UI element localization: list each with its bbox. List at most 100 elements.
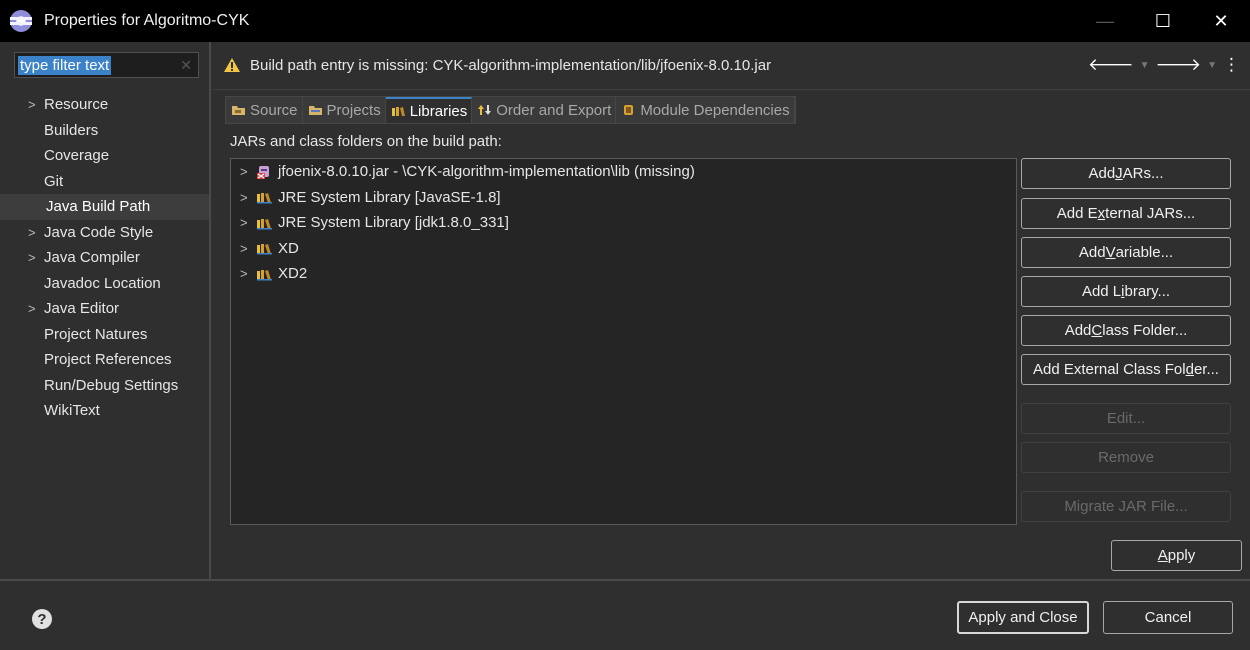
- tree-row[interactable]: > JRE System Library [JavaSE-1.8]: [231, 185, 1016, 211]
- eclipse-icon: [10, 10, 32, 32]
- tree-row-label: XD: [278, 239, 299, 257]
- filter-input[interactable]: type filter text ✕: [14, 52, 199, 78]
- dialog-footer: ? Apply and Close Cancel: [0, 579, 1250, 650]
- libraries-tree[interactable]: > jfoenix-8.0.10.jar - \CYK-algorithm-im…: [230, 158, 1017, 525]
- sidebar-item-label: Java Compiler: [44, 249, 140, 267]
- warning-message: Build path entry is missing: CYK-algorit…: [250, 57, 772, 74]
- title-bar: Properties for Algoritmo-CYK — ☐ ✕: [0, 0, 1250, 42]
- sidebar-item-java-code-style[interactable]: > Java Code Style: [0, 220, 209, 246]
- sidebar-item-javadoc-location[interactable]: Javadoc Location: [0, 271, 209, 297]
- tab-module-dependencies[interactable]: Module Dependencies: [616, 97, 795, 123]
- remove-button[interactable]: Remove: [1021, 442, 1231, 473]
- tree-row[interactable]: > JRE System Library [jdk1.8.0_331]: [231, 210, 1016, 236]
- order-export-icon: [478, 105, 492, 115]
- tree-row[interactable]: > XD: [231, 236, 1016, 262]
- chevron-right-icon[interactable]: >: [28, 301, 36, 316]
- cancel-button[interactable]: Cancel: [1103, 601, 1233, 634]
- sidebar-item-builders[interactable]: Builders: [0, 118, 209, 144]
- sidebar-item-run-debug-settings[interactable]: Run/Debug Settings: [0, 373, 209, 399]
- message-bar: Build path entry is missing: CYK-algorit…: [213, 42, 1250, 90]
- sidebar-item-resource[interactable]: > Resource: [0, 92, 209, 118]
- sidebar-item-label: Resource: [44, 96, 109, 114]
- tab-bar: Source Projects Libraries Order and Expo…: [225, 96, 796, 124]
- tree-row[interactable]: > XD2: [231, 261, 1016, 287]
- tab-libraries[interactable]: Libraries: [385, 97, 473, 123]
- add-external-class-folder-button[interactable]: Add External Class Fol d er...: [1021, 354, 1231, 385]
- tab-label: Projects: [326, 101, 381, 119]
- tab-label: Source: [250, 101, 298, 119]
- sidebar-item-label: Javadoc Location: [44, 274, 161, 292]
- sidebar-item-label: Project References: [44, 351, 172, 369]
- sidebar-item-label: Builders: [44, 121, 99, 139]
- sidebar-item-git[interactable]: Git: [0, 169, 209, 195]
- forward-arrow-icon[interactable]: 🡒: [1156, 55, 1202, 75]
- forward-dropdown-icon[interactable]: ▼: [1207, 60, 1217, 75]
- sidebar-item-label: Java Editor: [44, 300, 120, 318]
- tree-row-label: XD2: [278, 265, 308, 283]
- clear-filter-icon[interactable]: ✕: [180, 57, 192, 74]
- add-class-folder-button[interactable]: Add Class Folder...: [1021, 315, 1231, 346]
- module-icon: [624, 105, 634, 115]
- maximize-button[interactable]: ☐: [1134, 0, 1192, 42]
- chevron-right-icon[interactable]: >: [240, 164, 256, 179]
- add-external-jars-button[interactable]: Add Ex ternal JARs...: [1021, 198, 1231, 229]
- library-icon: [257, 244, 272, 255]
- main-panel: Build path entry is missing: CYK-algorit…: [213, 42, 1250, 579]
- tree-row[interactable]: > jfoenix-8.0.10.jar - \CYK-algorithm-im…: [231, 159, 1016, 185]
- apply-and-close-button[interactable]: Apply and Close: [957, 601, 1089, 634]
- libraries-heading: JARs and class folders on the build path…: [230, 133, 502, 150]
- projects-icon: [308, 106, 322, 115]
- sidebar-nav: > Resource Builders Coverage Git Java Bu…: [0, 92, 209, 424]
- sidebar-item-label: Java Code Style: [44, 223, 154, 241]
- back-arrow-icon[interactable]: 🡐: [1088, 55, 1134, 75]
- library-icon: [257, 218, 272, 230]
- chevron-right-icon[interactable]: >: [240, 190, 256, 205]
- sidebar-item-label: Coverage: [44, 147, 110, 165]
- tab-source[interactable]: Source: [226, 97, 303, 123]
- sidebar-item-project-references[interactable]: Project References: [0, 347, 209, 373]
- more-menu-icon[interactable]: ⋮: [1223, 55, 1240, 75]
- close-button[interactable]: ✕: [1192, 0, 1250, 42]
- chevron-right-icon[interactable]: >: [240, 241, 256, 256]
- chevron-right-icon[interactable]: >: [28, 97, 36, 112]
- sidebar-item-coverage[interactable]: Coverage: [0, 143, 209, 169]
- tree-row-label: JRE System Library [jdk1.8.0_331]: [278, 214, 509, 232]
- back-dropdown-icon[interactable]: ▼: [1140, 60, 1150, 75]
- add-library-button[interactable]: Add Li brary...: [1021, 276, 1231, 307]
- missing-jar-icon: [257, 165, 269, 179]
- apply-button[interactable]: Apply: [1111, 540, 1242, 571]
- sidebar: type filter text ✕ > Resource Builders C…: [0, 42, 211, 579]
- window-controls: — ☐ ✕: [1076, 0, 1250, 42]
- help-icon[interactable]: ?: [32, 609, 52, 629]
- chevron-right-icon[interactable]: >: [240, 266, 256, 281]
- tab-projects[interactable]: Projects: [303, 97, 386, 123]
- source-folder-icon: [232, 106, 245, 115]
- tab-label: Module Dependencies: [640, 101, 790, 119]
- tab-label: Order and Export: [496, 101, 612, 119]
- sidebar-item-project-natures[interactable]: Project Natures: [0, 322, 209, 348]
- chevron-right-icon[interactable]: >: [240, 215, 256, 230]
- warning-icon: [224, 58, 240, 72]
- tab-order-and-export[interactable]: Order and Export: [472, 97, 617, 123]
- library-icon: [257, 193, 272, 204]
- sidebar-item-label: Java Build Path: [46, 198, 151, 216]
- sidebar-item-java-compiler[interactable]: > Java Compiler: [0, 245, 209, 271]
- window-title: Properties for Algoritmo-CYK: [44, 12, 250, 29]
- tree-row-label: JRE System Library [JavaSE-1.8]: [278, 188, 501, 206]
- add-jars-button[interactable]: Add J ARs...: [1021, 158, 1231, 189]
- library-icon: [257, 269, 272, 281]
- add-variable-button[interactable]: Add Variable...: [1021, 237, 1231, 268]
- chevron-right-icon[interactable]: >: [28, 250, 36, 265]
- migrate-jar-button[interactable]: Migrate JAR File...: [1021, 491, 1231, 522]
- tree-row-label: jfoenix-8.0.10.jar - \CYK-algorithm-impl…: [278, 163, 695, 181]
- edit-button[interactable]: Edit...: [1021, 403, 1231, 434]
- tab-label: Libraries: [409, 102, 468, 120]
- chevron-right-icon[interactable]: >: [28, 225, 36, 240]
- history-navigation: 🡐 ▼ 🡒 ▼ ⋮: [1088, 55, 1240, 75]
- sidebar-item-java-build-path[interactable]: Java Build Path: [0, 194, 209, 220]
- minimize-button[interactable]: —: [1076, 0, 1134, 42]
- sidebar-item-java-editor[interactable]: > Java Editor: [0, 296, 209, 322]
- libraries-icon: [391, 107, 405, 116]
- sidebar-item-label: WikiText: [44, 402, 100, 420]
- sidebar-item-wikitext[interactable]: WikiText: [0, 398, 209, 424]
